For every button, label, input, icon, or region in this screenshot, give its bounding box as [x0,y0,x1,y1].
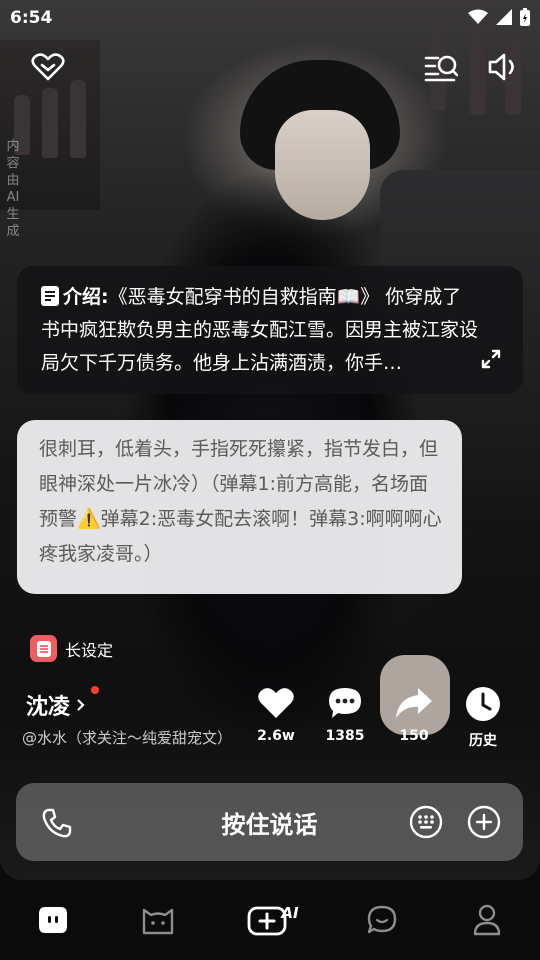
ghost-bubble-icon [39,907,67,933]
nav-cat[interactable] [131,900,185,940]
expand-icon [481,349,501,369]
nav-ai-label: AI [281,904,299,922]
status-bar: 6:54 [0,0,540,36]
keyboard-button[interactable] [407,804,445,840]
character-name-link[interactable]: 沈凌 [26,689,86,721]
history-label: 历史 [469,733,497,749]
notification-dot [91,686,99,694]
comment-count: 1385 [325,728,365,744]
clock-icon [466,687,500,721]
status-icons [468,8,530,26]
chat-scene: 6:54 内容由AI生成 介绍:《恶毒女配穿书的自救指南📖》 你穿成了书中疯狂欺… [0,0,540,880]
voice-input-bar: 按住说话 [16,783,523,861]
document-icon [41,286,59,306]
nav-chat-home[interactable] [26,900,80,940]
background-character-face [275,110,370,220]
speaker-icon [488,53,514,81]
character-name: 沈凌 [26,695,71,720]
author-handle[interactable]: @水水（求关注～纯爱甜宠文） [22,727,232,748]
plus-circle-icon [467,805,501,839]
search-list-button[interactable] [423,50,459,84]
chevron-right-icon [77,699,85,711]
add-button[interactable] [465,804,503,840]
chat-bubble-icon [367,905,397,934]
sound-button[interactable] [485,50,521,84]
share-count: 150 [399,728,429,744]
comment-button[interactable]: 1385 [313,686,377,744]
intro-text-block: 介绍:《恶毒女配穿书的自救指南📖》 你穿成了书中疯狂欺负男主的恶毒女配江雪。因男… [41,281,499,380]
keyboard-dots-icon [409,805,443,839]
long-setting-button[interactable]: 长设定 [30,635,113,662]
cat-face-icon [142,908,174,935]
battery-icon [520,8,530,26]
background-bottle [42,88,58,158]
share-icon [396,688,432,718]
nav-create-ai[interactable]: AI [240,900,306,940]
heart-check-icon [31,53,65,81]
hold-to-talk-button[interactable]: 按住说话 [16,805,523,840]
wifi-icon [468,9,488,24]
like-count: 2.6w [257,728,295,744]
comment-icon [329,688,361,718]
nav-profile[interactable] [460,900,514,940]
share-button[interactable]: 150 [382,686,446,744]
favorite-button[interactable] [30,50,66,84]
intro-card[interactable]: 介绍:《恶毒女配穿书的自救指南📖》 你穿成了书中疯狂欺负男主的恶毒女配江雪。因男… [17,266,523,394]
chat-message-text: 很刺耳，低着头，手指死死攥紧，指节发白，但眼神深处一片冰冷）（弹幕1:前方高能，… [39,438,442,565]
nav-messages[interactable] [355,900,409,940]
signal-icon [496,9,512,25]
search-list-icon [424,55,458,82]
heart-icon [258,688,294,718]
long-setting-label: 长设定 [65,640,114,660]
like-button[interactable]: 2.6w [244,686,308,744]
person-icon [473,904,501,936]
status-time: 6:54 [10,8,53,28]
bottom-navigation: AI [0,880,540,960]
long-setting-icon [30,635,57,662]
chat-message-bubble[interactable]: 很刺耳，低着头，手指死死攥紧，指节发白，但眼神深处一片冰冷）（弹幕1:前方高能，… [17,420,462,594]
expand-button[interactable] [481,347,501,380]
ai-generated-note: 内容由AI生成 [6,139,20,239]
intro-label: 介绍: [63,286,109,308]
background-bottle [70,80,86,158]
history-button[interactable]: 历史 [451,686,515,750]
